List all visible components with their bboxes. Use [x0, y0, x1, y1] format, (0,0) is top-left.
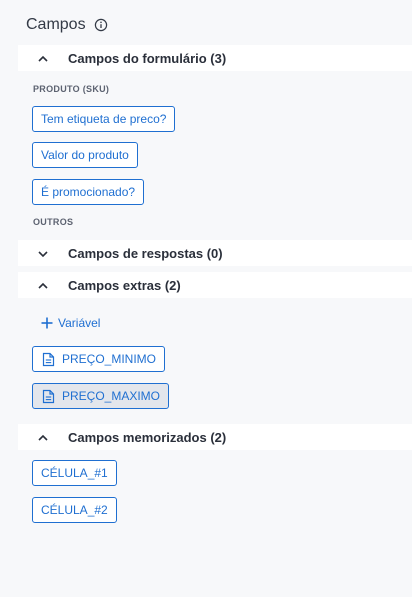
document-icon: [42, 389, 55, 404]
group-label-outros: OUTROS: [33, 217, 74, 227]
chevron-up-icon: [37, 431, 49, 443]
field-valor-produto[interactable]: Valor do produto: [32, 142, 138, 168]
info-circle-icon[interactable]: [94, 18, 108, 32]
section-response-fields-label: Campos de respostas (0): [68, 245, 223, 261]
field-celula-2[interactable]: CÉLULA_#2: [32, 497, 117, 523]
field-preco-minimo[interactable]: PREÇO_MINIMO: [32, 346, 166, 372]
field-preco-maximo[interactable]: PREÇO_MAXIMO: [32, 383, 170, 409]
chevron-up-icon: [37, 52, 49, 64]
section-response-fields-header[interactable]: Campos de respostas (0): [18, 240, 412, 266]
section-extra-fields-header[interactable]: Campos extras (2): [18, 272, 412, 298]
section-extra-fields-label: Campos extras (2): [68, 277, 181, 293]
field-promocionado[interactable]: É promocionado?: [32, 179, 145, 205]
section-form-fields-header[interactable]: Campos do formulário (3): [18, 45, 412, 71]
section-memorized-fields-label: Campos memorizados (2): [68, 429, 227, 445]
group-label-produto: PRODUTO (SKU): [33, 84, 110, 94]
add-variable-button[interactable]: Variável: [40, 314, 100, 332]
add-variable-label: Variável: [58, 316, 101, 330]
fields-panel: Campos Campos do formulário (3) PRODUTO …: [0, 0, 412, 597]
panel-title: Campos: [26, 16, 86, 33]
panel-title-row: Campos: [26, 14, 108, 36]
section-form-fields-label: Campos do formulário (3): [68, 50, 227, 66]
field-tem-etiqueta[interactable]: Tem etiqueta de preco?: [32, 106, 176, 132]
plus-icon: [40, 316, 54, 330]
document-icon: [42, 352, 55, 367]
field-celula-1[interactable]: CÉLULA_#1: [32, 460, 117, 486]
chevron-down-icon: [37, 247, 49, 259]
section-memorized-fields-header[interactable]: Campos memorizados (2): [18, 424, 412, 450]
chevron-up-icon: [37, 279, 49, 291]
field-preco-maximo-label: PREÇO_MAXIMO: [62, 389, 161, 403]
field-preco-minimo-label: PREÇO_MINIMO: [62, 352, 157, 366]
